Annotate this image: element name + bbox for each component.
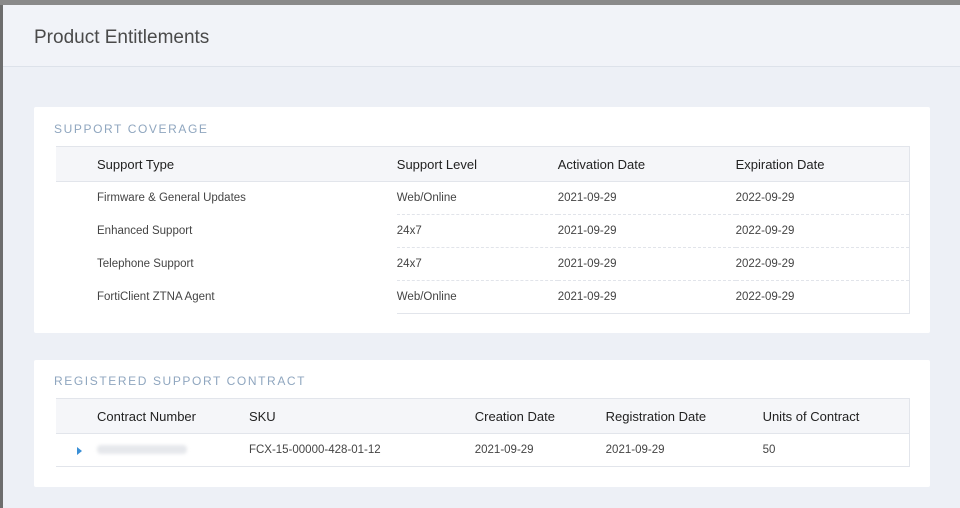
support-coverage-card: SUPPORT COVERAGE Support Type Support Le… [34,107,930,333]
table-header-row: Contract Number SKU Creation Date Regist… [56,398,910,434]
activation-date-cell: 2021-09-29 [557,247,736,281]
table-row: FortiClient ZTNA Agent Web/Online 2021-0… [56,280,910,314]
support-type-cell: Firmware & General Updates [97,192,246,205]
units-cell: 50 [762,433,910,467]
table-header-row: Support Type Support Level Activation Da… [56,146,910,182]
table-row: Telephone Support 24x7 2021-09-29 2022-0… [56,247,910,281]
column-header[interactable]: Activation Date [557,146,736,182]
dialog-title: Product Entitlements [34,27,210,48]
support-type-cell: Telephone Support [97,258,194,270]
column-header[interactable]: Expiration Date [735,146,910,182]
expiration-date-cell: 2022-09-29 [735,181,910,215]
table-row[interactable]: FCX-15-00000-428-01-12 2021-09-29 2021-0… [56,433,910,467]
column-header[interactable]: Registration Date [605,398,763,434]
dialog-header: Product Entitlements [3,5,960,67]
table-row: Enhanced Support 24x7 2021-09-29 2022-09… [56,214,910,248]
support-coverage-table: Support Type Support Level Activation Da… [56,146,910,314]
registered-contract-card: REGISTERED SUPPORT CONTRACT Contract Num… [34,360,930,487]
expand-arrow-icon[interactable] [77,447,82,455]
contract-number-cell [56,433,249,467]
registered-contract-table: Contract Number SKU Creation Date Regist… [56,398,910,467]
support-coverage-title: SUPPORT COVERAGE [54,122,209,136]
column-header[interactable]: Support Level [396,146,558,182]
redacted-contract-number [97,445,187,455]
expiration-date-cell: 2022-09-29 [735,214,910,248]
column-header[interactable]: Creation Date [474,398,606,434]
table-row: Firmware & General Updates Web/Online 20… [56,181,910,215]
support-level-cell: 24x7 [396,247,558,281]
product-entitlements-dialog: Product Entitlements SUPPORT COVERAGE Su… [3,5,960,508]
column-header[interactable]: Support Type [56,146,397,182]
creation-date-cell: 2021-09-29 [474,433,606,467]
activation-date-cell: 2021-09-29 [557,280,736,314]
column-header[interactable]: Units of Contract [762,398,910,434]
activation-date-cell: 2021-09-29 [557,181,736,215]
support-type-cell: Enhanced Support [97,225,193,237]
expiration-date-cell: 2022-09-29 [735,280,910,314]
expiration-date-cell: 2022-09-29 [735,247,910,281]
support-type-cell: FortiClient ZTNA Agent [97,291,215,303]
registration-date-cell: 2021-09-29 [605,433,763,467]
support-level-cell: 24x7 [396,214,558,248]
registered-contract-title: REGISTERED SUPPORT CONTRACT [54,374,307,388]
column-header[interactable]: Contract Number [56,398,249,434]
activation-date-cell: 2021-09-29 [557,214,736,248]
sku-cell: FCX-15-00000-428-01-12 [248,433,475,467]
column-header[interactable]: SKU [248,398,475,434]
support-level-cell: Web/Online [396,181,558,215]
support-level-cell: Web/Online [396,280,558,314]
